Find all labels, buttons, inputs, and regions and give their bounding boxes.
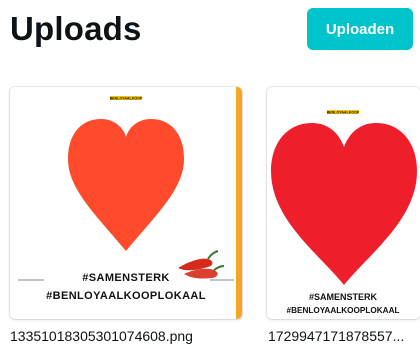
logo-text: BENLOYAALKOOP xyxy=(327,111,360,115)
upload-image-1: BENLOYAALKOOP #SAMENSTERK #BENLOYAALKOOP… xyxy=(10,87,242,319)
tagline-2: #BENLOYAALKOOPLOKAAL xyxy=(46,290,206,302)
upload-image-2: BENLOYAALKOOP #SAMENSTERK #BENLOYAALKOOP… xyxy=(267,87,420,319)
tagline-1: #SAMENSTERK xyxy=(309,292,378,302)
brand-logo: BENLOYAALKOOP xyxy=(327,110,360,115)
file-name-2: 1729947171878557... xyxy=(268,328,405,344)
tagline-2: #BENLOYAALKOOPLOKAAL xyxy=(287,306,400,315)
card-1-edge-stripe xyxy=(236,87,242,319)
page-title: Uploads xyxy=(10,10,142,47)
file-name-1: 1335101830530107460​8.png xyxy=(10,328,193,344)
upload-thumbnail-1[interactable]: BENLOYAALKOOP #SAMENSTERK #BENLOYAALKOOP… xyxy=(10,87,242,319)
upload-button[interactable]: Uploaden xyxy=(307,8,413,50)
tagline-1: #SAMENSTERK xyxy=(82,272,170,284)
brand-logo: BENLOYAALKOOP xyxy=(110,96,143,101)
logo-text: BENLOYAALKOOP xyxy=(110,97,143,101)
upload-thumbnail-2[interactable]: BENLOYAALKOOP #SAMENSTERK #BENLOYAALKOOP… xyxy=(267,87,420,319)
